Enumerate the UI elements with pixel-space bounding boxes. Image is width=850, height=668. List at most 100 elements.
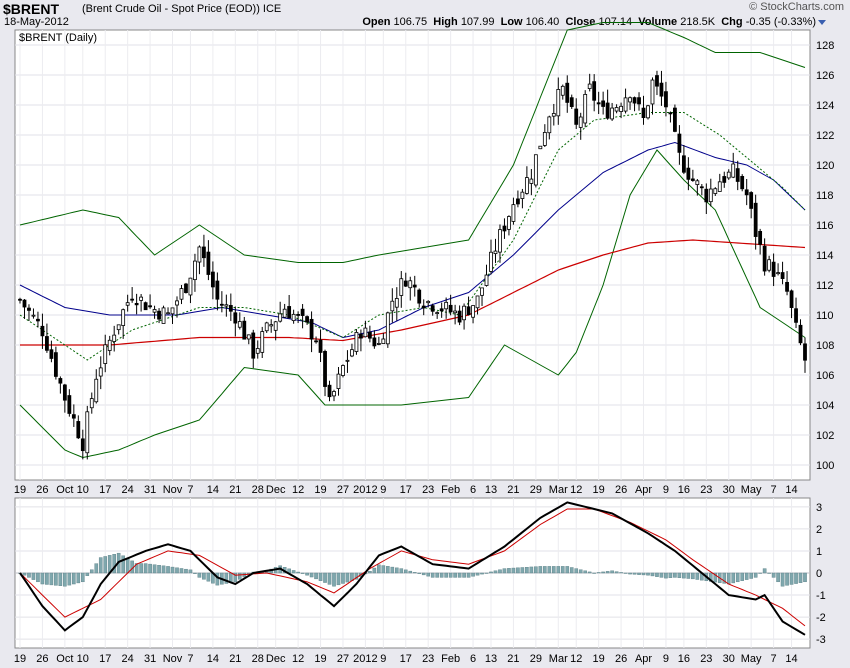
- macd-histogram-bar: [480, 572, 484, 575]
- price-x-tick-label: 6: [470, 484, 476, 496]
- candle-body: [350, 349, 354, 357]
- macd-histogram-bar: [767, 572, 771, 574]
- candle-body: [614, 107, 619, 112]
- macd-histogram-bar: [444, 572, 448, 578]
- price-x-tick-label: 7: [771, 484, 777, 496]
- macd-histogram-bar: [175, 567, 179, 574]
- candle-body: [749, 192, 754, 209]
- macd-x-tick-label: 7: [771, 653, 777, 665]
- macd-x-tick-label: 24: [122, 653, 134, 665]
- macd-y-tick-label: -2: [816, 612, 826, 624]
- candle-body: [143, 302, 148, 311]
- price-y-tick-label: 112: [816, 280, 834, 292]
- macd-x-tick-label: 28: [252, 653, 264, 665]
- candle-body: [664, 91, 668, 108]
- macd-y-tick-label: -1: [816, 590, 826, 602]
- macd-histogram-bar: [619, 572, 623, 574]
- candle-body: [246, 334, 251, 340]
- macd-histogram-bar: [157, 565, 161, 574]
- candle-body: [789, 290, 794, 308]
- candle-body: [318, 339, 323, 353]
- macd-histogram-bar: [300, 572, 305, 574]
- macd-histogram-bar: [45, 572, 49, 585]
- price-x-tick-label: 9: [380, 484, 386, 496]
- macd-y-tick-label: 2: [816, 524, 822, 536]
- candle-body: [457, 310, 462, 323]
- candle-body: [53, 352, 58, 377]
- macd-x-tick-label: Nov: [163, 653, 183, 665]
- macd-histogram-bar: [587, 571, 592, 574]
- macd-histogram-bar: [72, 572, 76, 585]
- macd-histogram-bar: [435, 572, 439, 578]
- candle-body: [403, 280, 408, 287]
- candle-body: [112, 334, 117, 342]
- candle-body: [193, 260, 197, 281]
- macd-histogram-bar: [646, 572, 650, 576]
- macd-histogram-bar: [368, 571, 372, 574]
- candle-body: [569, 97, 574, 107]
- price-x-tick-label: Dec: [266, 484, 286, 496]
- macd-histogram-bar: [188, 569, 193, 574]
- candle-body: [336, 373, 341, 389]
- macd-histogram-bar: [323, 572, 327, 583]
- macd-histogram-bar: [332, 572, 336, 587]
- macd-histogram-bar: [610, 570, 614, 574]
- candle-body: [444, 301, 449, 310]
- candle-body: [798, 324, 803, 344]
- macd-histogram-bar: [547, 566, 552, 574]
- macd-x-tick-label: Oct: [56, 653, 73, 665]
- candle-body: [385, 312, 390, 345]
- price-y-tick-label: 116: [816, 220, 834, 232]
- candle-body: [533, 154, 538, 186]
- price-y-tick-label: 104: [816, 400, 834, 412]
- macd-histogram-bar: [448, 572, 453, 578]
- macd-histogram-bar: [780, 572, 785, 587]
- price-x-tick-label: 19: [14, 484, 26, 496]
- candle-body: [776, 272, 780, 275]
- macd-histogram-bar: [457, 572, 462, 578]
- macd-histogram-bar: [67, 572, 72, 586]
- candle-body: [780, 272, 785, 279]
- candle-body: [148, 305, 152, 308]
- macd-histogram-bar: [139, 563, 143, 574]
- macd-histogram-bar: [377, 564, 381, 574]
- macd-histogram-bar: [54, 572, 58, 586]
- candle-body: [166, 312, 170, 315]
- macd-histogram-bar: [493, 570, 498, 574]
- macd-histogram-bar: [789, 572, 794, 585]
- candle-body: [421, 305, 426, 309]
- candle-body: [538, 145, 543, 150]
- macd-x-tick-label: 12: [570, 653, 582, 665]
- macd-x-tick-label: 26: [36, 653, 48, 665]
- macd-histogram-bar: [318, 572, 323, 581]
- macd-x-tick-label: 9: [663, 653, 669, 665]
- macd-histogram-bar: [85, 572, 90, 576]
- macd-histogram-bar: [529, 566, 534, 574]
- macd-histogram-bar: [345, 572, 350, 583]
- macd-histogram-bar: [628, 572, 632, 575]
- candle-body: [206, 251, 211, 275]
- candle-body: [511, 204, 516, 222]
- macd-histogram-bar: [650, 572, 655, 577]
- macd-histogram-bar: [695, 572, 700, 580]
- candle-body: [699, 186, 704, 189]
- macd-histogram-bar: [511, 567, 516, 574]
- candle-body: [45, 336, 49, 351]
- candle-body: [762, 245, 767, 272]
- macd-x-tick-label: 21: [507, 653, 519, 665]
- macd-histogram-bar: [58, 572, 63, 586]
- candle-body: [363, 327, 368, 338]
- candle-body: [529, 178, 534, 184]
- candle-body: [758, 230, 763, 245]
- macd-x-tick-label: 6: [470, 653, 476, 665]
- candle-body: [740, 176, 745, 190]
- macd-histogram-bar: [22, 572, 27, 576]
- price-y-tick-label: 114: [816, 250, 834, 262]
- price-y-tick-label: 126: [816, 70, 834, 82]
- candle-body: [381, 338, 386, 344]
- candle-body: [547, 116, 552, 134]
- macd-histogram-bar: [372, 567, 377, 574]
- candle-body: [170, 307, 175, 315]
- price-panel-label: $BRENT (Daily): [19, 32, 97, 44]
- macd-histogram-bar: [466, 572, 471, 578]
